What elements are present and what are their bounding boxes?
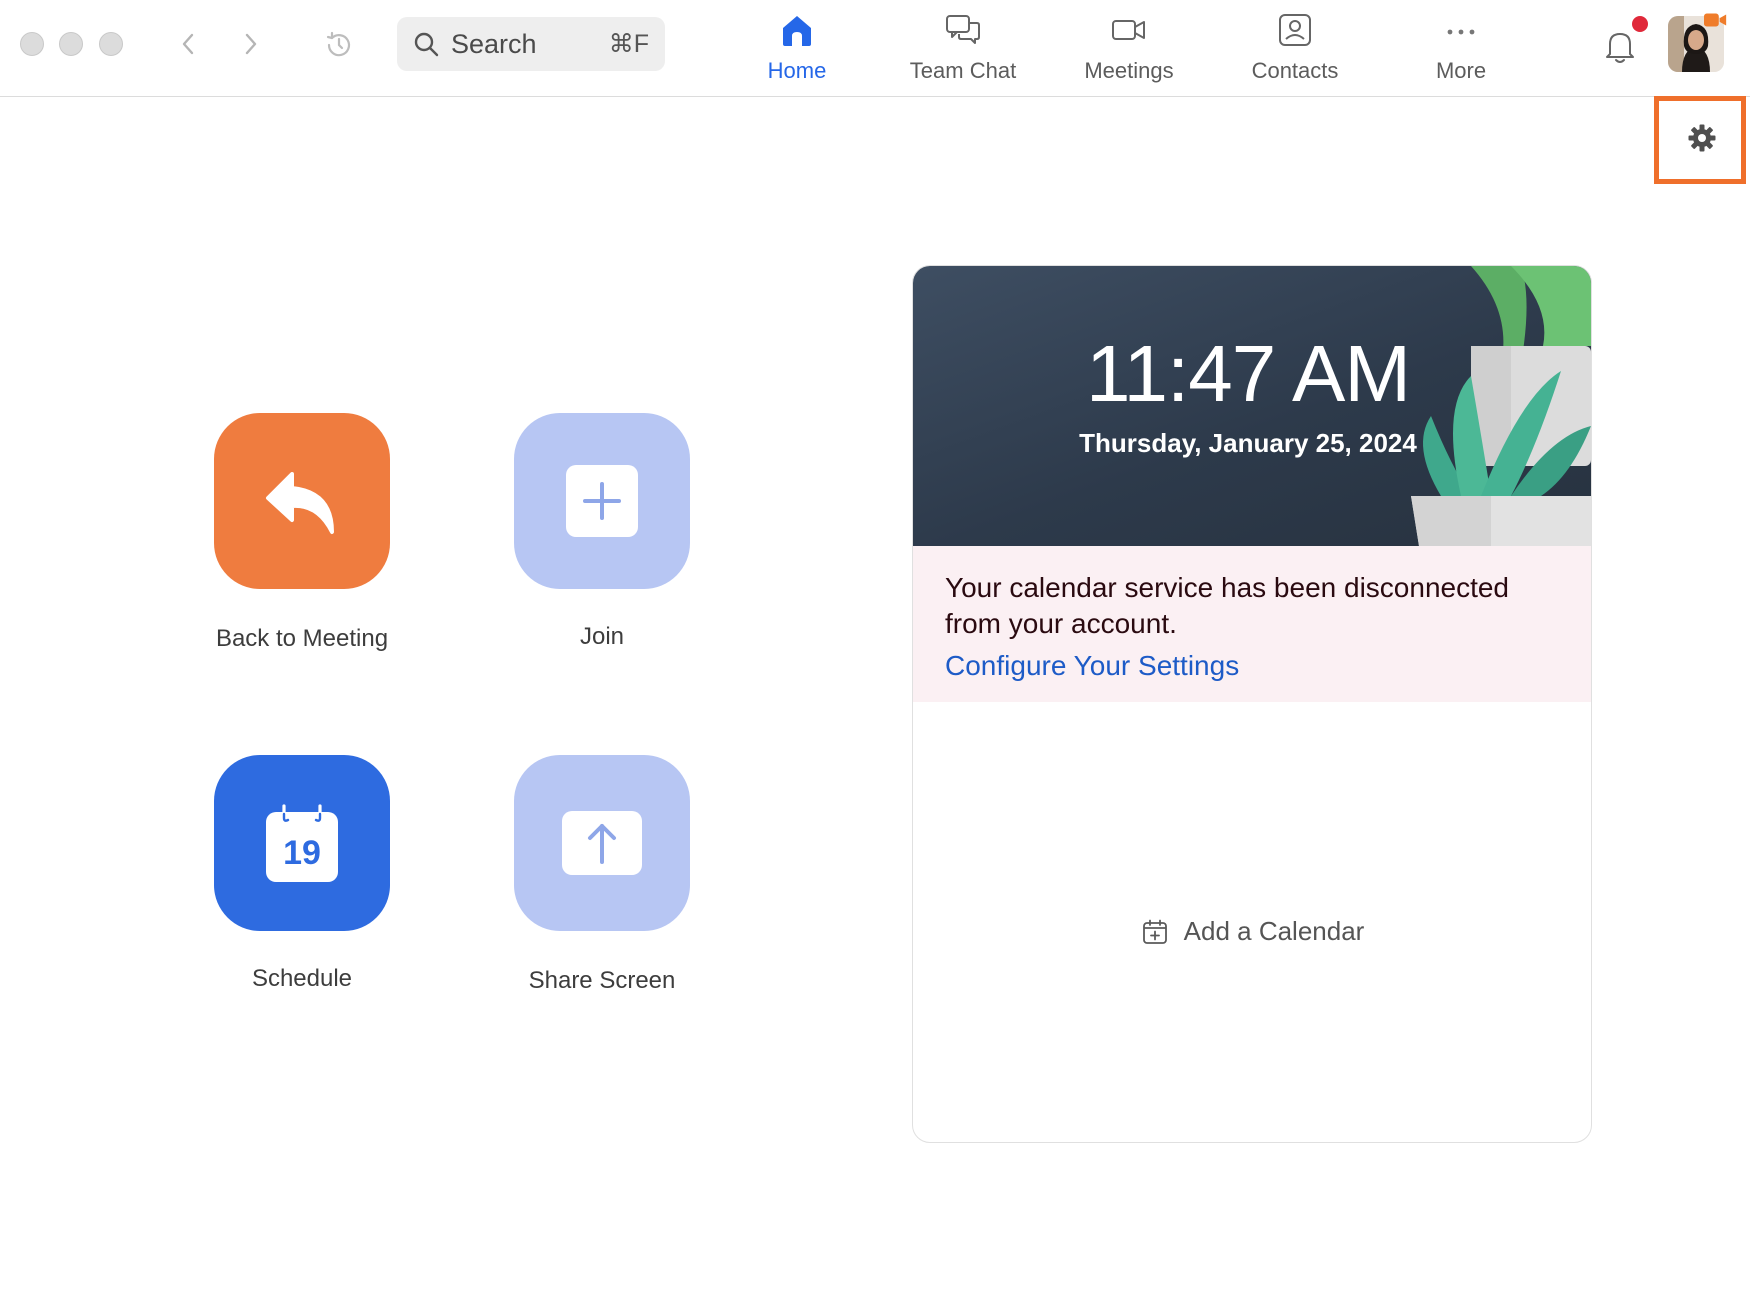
tab-more-label: More — [1435, 58, 1487, 83]
share-screen-action[interactable]: Share Screen — [502, 755, 702, 995]
chat-bubbles-icon — [943, 10, 983, 50]
camera-badge-icon — [1704, 13, 1727, 27]
tab-contacts[interactable]: Contacts — [1220, 10, 1370, 86]
chevron-right-icon — [245, 33, 257, 55]
share-screen-button[interactable] — [514, 755, 690, 931]
tab-home[interactable]: Home — [722, 10, 872, 86]
history-clock-icon — [326, 31, 351, 57]
join-label: Join — [579, 623, 625, 650]
back-arrow-button[interactable] — [170, 26, 206, 62]
tab-home-label: Home — [767, 58, 827, 83]
forward-arrow-button[interactable] — [233, 26, 269, 62]
clock-date: Thursday, January 25, 2024 — [1079, 428, 1417, 458]
search-shortcut: ⌘F — [608, 30, 649, 58]
gear-icon — [1688, 124, 1716, 152]
reply-arrow-icon — [266, 472, 334, 534]
calendar-day-number: 19 — [283, 834, 321, 872]
chevron-left-icon — [182, 33, 194, 55]
tab-meetings-label: Meetings — [1084, 58, 1174, 83]
tab-team-chat[interactable]: Team Chat — [888, 10, 1038, 86]
search-input[interactable]: Search ⌘F — [397, 17, 665, 71]
more-dots-icon — [1441, 10, 1481, 50]
calendar-disconnected-alert: Your calendar service has been disconnec… — [913, 546, 1591, 702]
schedule-button[interactable]: 19 — [214, 755, 390, 931]
tab-team-chat-label: Team Chat — [909, 58, 1017, 83]
configure-settings-link[interactable]: Configure Your Settings — [945, 650, 1239, 682]
notification-dot — [1632, 16, 1648, 32]
clock-time: 11:47 AM — [1085, 329, 1411, 418]
calendar-plus-icon — [1142, 918, 1170, 946]
back-to-meeting-label: Back to Meeting — [215, 625, 389, 652]
tab-meetings[interactable]: Meetings — [1054, 10, 1204, 86]
join-action[interactable]: Join — [502, 413, 702, 651]
add-calendar-label: Add a Calendar — [1183, 916, 1365, 946]
join-button[interactable] — [514, 413, 690, 589]
bell-icon — [1606, 33, 1634, 63]
clock-hero: 11:47 AM Thursday, January 25, 2024 — [913, 266, 1591, 546]
calendar-card: 11:47 AM Thursday, January 25, 2024 Your… — [912, 265, 1592, 1143]
contact-card-icon — [1275, 10, 1315, 50]
search-icon — [413, 30, 441, 58]
video-camera-icon — [1109, 10, 1149, 50]
add-calendar-button[interactable]: Add a Calendar — [913, 916, 1591, 947]
settings-button[interactable] — [1686, 122, 1718, 154]
share-screen-label: Share Screen — [528, 967, 676, 994]
window-zoom-button[interactable] — [99, 32, 123, 56]
alert-message: Your calendar service has been disconnec… — [945, 572, 1510, 639]
top-bar: Search ⌘F Home Team Chat Meetings Contac… — [0, 0, 1750, 97]
tab-more[interactable]: More — [1386, 10, 1536, 86]
schedule-label: Schedule — [251, 965, 353, 992]
window-minimize-button[interactable] — [59, 32, 83, 56]
video-status-badge — [1704, 12, 1728, 28]
calendar-icon: 19 — [266, 804, 338, 882]
plus-icon — [566, 465, 638, 537]
tab-contacts-label: Contacts — [1251, 58, 1339, 83]
notifications-button[interactable] — [1600, 26, 1640, 66]
window-close-button[interactable] — [20, 32, 44, 56]
back-to-meeting-button[interactable] — [214, 413, 390, 589]
home-icon — [777, 10, 817, 50]
history-button[interactable] — [320, 26, 358, 64]
back-to-meeting-action[interactable]: Back to Meeting — [202, 413, 402, 653]
share-upload-icon — [562, 811, 642, 875]
search-placeholder: Search — [451, 28, 537, 59]
schedule-action[interactable]: 19 Schedule — [202, 755, 402, 993]
